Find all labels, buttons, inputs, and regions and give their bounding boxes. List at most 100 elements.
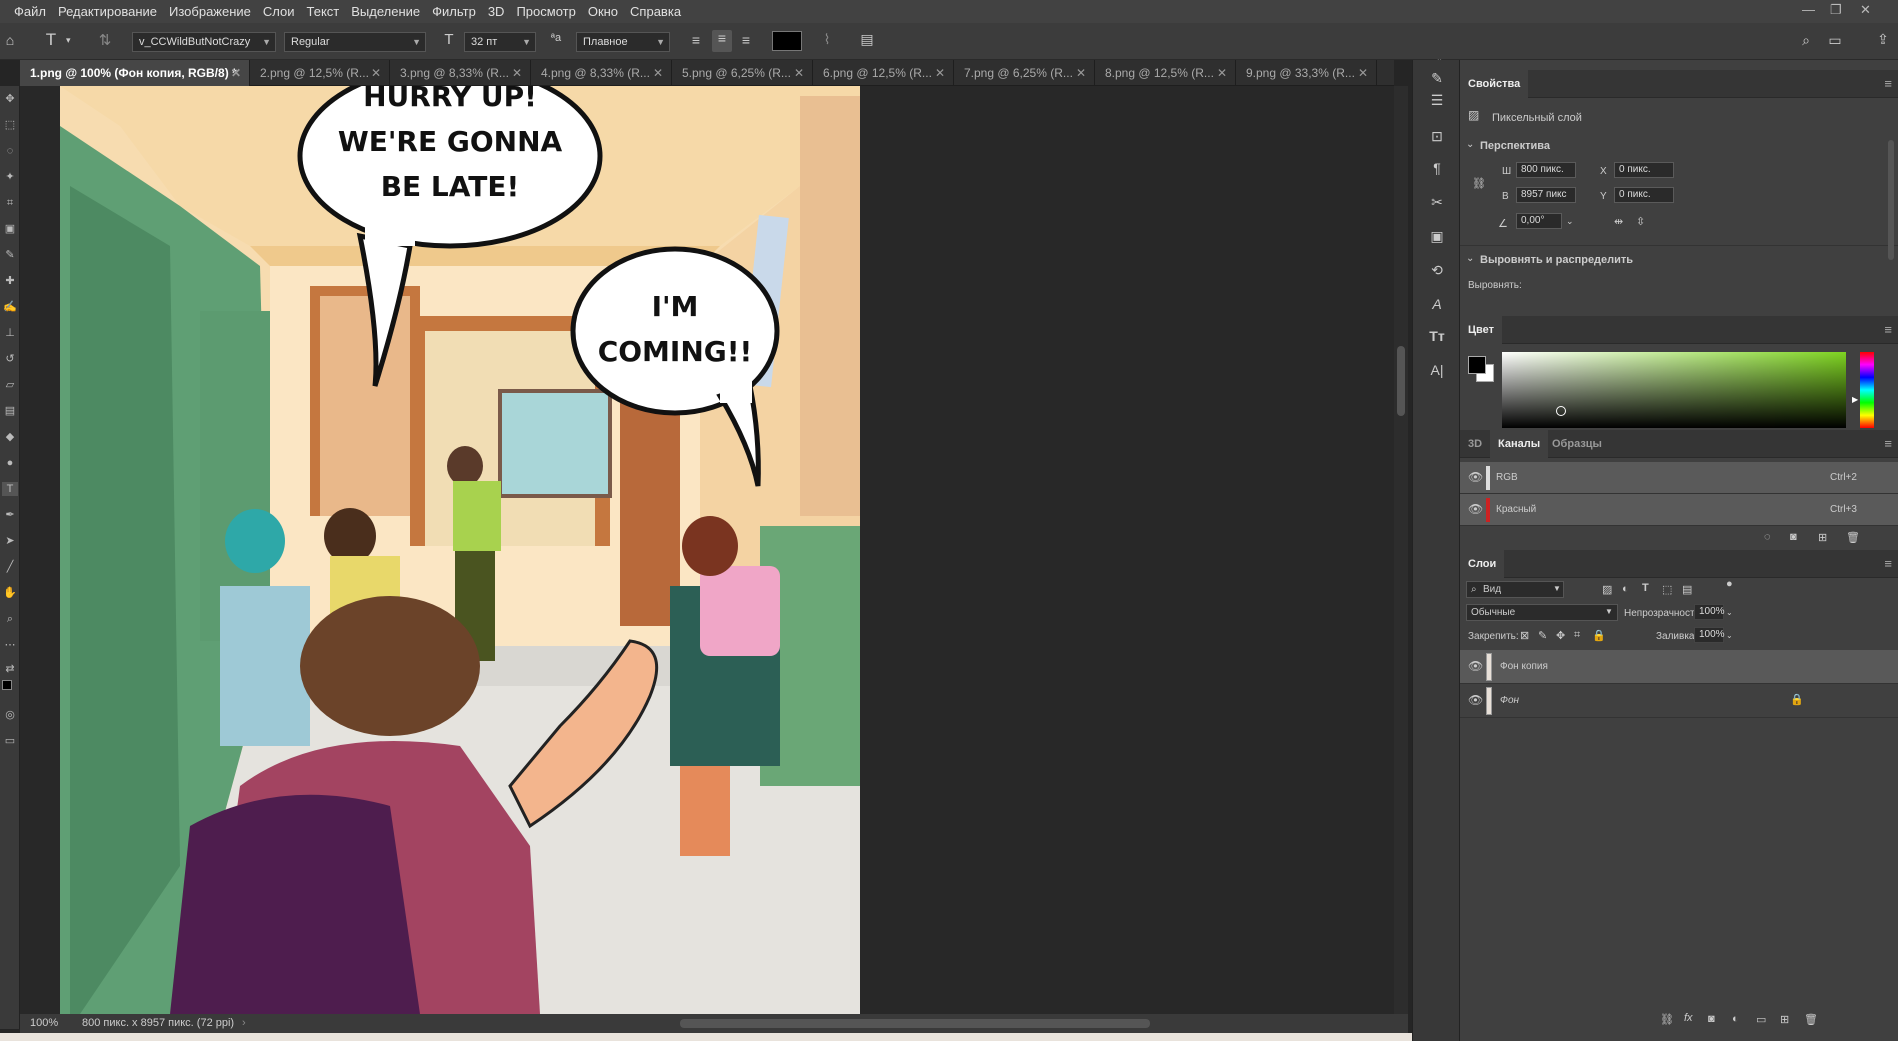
character-styles-icon[interactable]: Tт bbox=[1427, 328, 1447, 344]
tab-doc-5[interactable]: 5.png @ 6,25% (R... ✕ bbox=[672, 60, 813, 86]
close-icon[interactable]: ✕ bbox=[935, 60, 945, 86]
zoom-level[interactable]: 100% bbox=[30, 1014, 58, 1033]
horizontal-scroll-thumb[interactable] bbox=[680, 1019, 1150, 1028]
layer-name[interactable]: Фон bbox=[1500, 695, 1519, 706]
tools-icon[interactable]: ✂ bbox=[1427, 194, 1447, 211]
close-icon[interactable]: ✕ bbox=[231, 60, 241, 86]
filter-pixel-icon[interactable]: ▨ bbox=[1602, 583, 1612, 596]
align-right-icon[interactable]: ≡ bbox=[738, 32, 754, 48]
menu-file[interactable]: Файл bbox=[14, 4, 46, 19]
marquee-tool-icon[interactable]: ⬚ bbox=[2, 118, 18, 132]
menu-layers[interactable]: Слои bbox=[263, 4, 295, 19]
close-icon[interactable]: ✕ bbox=[512, 60, 522, 86]
panel-menu-icon[interactable]: ≡ bbox=[1884, 436, 1892, 451]
lasso-tool-icon[interactable]: ◌ bbox=[2, 144, 18, 158]
menu-edit[interactable]: Редактирование bbox=[58, 4, 157, 19]
new-group-icon[interactable]: ▭ bbox=[1756, 1013, 1766, 1026]
align-left-icon[interactable]: ≡ bbox=[688, 32, 704, 48]
color-field[interactable] bbox=[1502, 352, 1846, 428]
chevron-down-icon[interactable]: ▾ bbox=[66, 35, 71, 46]
home-icon[interactable]: ⌂ bbox=[2, 32, 18, 48]
menu-help[interactable]: Справка bbox=[630, 4, 681, 19]
filter-adjustment-icon[interactable]: ◐ bbox=[1622, 583, 1629, 595]
tab-doc-1[interactable]: 1.png @ 100% (Фон копия, RGB/8) * ✕ bbox=[20, 60, 250, 86]
new-layer-icon[interactable]: ⊞ bbox=[1780, 1013, 1789, 1026]
tab-doc-7[interactable]: 7.png @ 6,25% (R... ✕ bbox=[954, 60, 1095, 86]
layers-tab[interactable]: Слои bbox=[1460, 550, 1505, 578]
zoom-tool-icon[interactable]: ⌕ bbox=[2, 612, 18, 626]
eye-icon[interactable]: 👁 bbox=[1468, 659, 1483, 673]
tab-doc-9[interactable]: 9.png @ 33,3% (R... ✕ bbox=[1236, 60, 1377, 86]
history-icon[interactable]: ⟲ bbox=[1427, 262, 1447, 279]
glyphs-icon[interactable]: A bbox=[1427, 296, 1447, 312]
lock-all-icon[interactable]: 🔒 bbox=[1592, 629, 1606, 642]
close-icon[interactable]: ✕ bbox=[794, 60, 804, 86]
text-color-swatch[interactable] bbox=[772, 31, 802, 51]
link-icon[interactable]: ⛓ bbox=[1472, 177, 1486, 190]
blend-mode-select[interactable]: Обычные ▼ bbox=[1466, 604, 1618, 621]
workspace-icon[interactable]: ▭ bbox=[1826, 32, 1844, 49]
font-size-select[interactable]: 32 пт ▼ bbox=[464, 32, 536, 52]
save-selection-icon[interactable]: ◙ bbox=[1790, 531, 1797, 543]
tab-doc-8[interactable]: 8.png @ 12,5% (R... ✕ bbox=[1095, 60, 1236, 86]
font-style-select[interactable]: Regular ▼ bbox=[284, 32, 426, 52]
quick-mask-icon[interactable]: ◎ bbox=[2, 708, 18, 722]
chevron-down-icon[interactable]: ⌄ bbox=[1466, 253, 1474, 264]
channel-row-rgb[interactable]: 👁 RGB Ctrl+2 bbox=[1460, 462, 1898, 494]
vertical-scrollbar[interactable] bbox=[1394, 86, 1408, 1014]
layer-row-fon-kopiya[interactable]: 👁 Фон копия bbox=[1460, 650, 1898, 684]
menu-image[interactable]: Изображение bbox=[169, 4, 251, 19]
text-tool-icon[interactable]: T bbox=[42, 30, 60, 50]
properties-scrollbar[interactable] bbox=[1888, 140, 1894, 260]
chevron-right-icon[interactable]: › bbox=[242, 1014, 246, 1033]
screen-mode-icon[interactable]: ▭ bbox=[2, 734, 18, 748]
text-orientation-icon[interactable]: ⇅ bbox=[96, 31, 114, 49]
layer-filter-select[interactable]: ⌕ Вид ▼ bbox=[1466, 581, 1564, 598]
chevron-down-icon[interactable]: ⌄ bbox=[1566, 216, 1574, 227]
path-select-icon[interactable]: ➤ bbox=[2, 534, 18, 548]
fx-icon[interactable]: fx bbox=[1684, 1012, 1693, 1024]
layer-row-fon[interactable]: 👁 Фон 🔒 bbox=[1460, 684, 1898, 718]
healing-brush-icon[interactable]: ✚ bbox=[2, 274, 18, 288]
menu-select[interactable]: Выделение bbox=[351, 4, 420, 19]
more-tools-icon[interactable]: ⋯ bbox=[2, 638, 18, 652]
menu-text[interactable]: Текст bbox=[307, 4, 340, 19]
tab-channels[interactable]: Каналы bbox=[1490, 430, 1549, 458]
menu-view[interactable]: Просмотр bbox=[516, 4, 575, 19]
antialias-select[interactable]: Плавное ▼ bbox=[576, 32, 670, 52]
character-panel-icon[interactable]: ▤ bbox=[858, 31, 876, 48]
clone-source-icon[interactable]: ⊡ bbox=[1427, 128, 1447, 145]
eyedropper-icon[interactable]: ✎ bbox=[2, 248, 18, 262]
adjustment-layer-icon[interactable]: ◐ bbox=[1732, 1013, 1739, 1025]
move-tool-icon[interactable]: ✥ bbox=[2, 92, 18, 106]
tab-swatches[interactable]: Образцы bbox=[1544, 430, 1610, 458]
chevron-down-icon[interactable]: ⌄ bbox=[1726, 631, 1733, 640]
filter-shape-icon[interactable]: ⬚ bbox=[1662, 583, 1672, 596]
search-icon[interactable]: ⌕ bbox=[1797, 32, 1815, 49]
hue-slider[interactable] bbox=[1860, 352, 1874, 428]
angle-field[interactable]: 0,00° bbox=[1516, 213, 1562, 229]
foreground-swatch[interactable] bbox=[1468, 356, 1486, 374]
brush-tool-icon[interactable]: ✍ bbox=[2, 300, 18, 314]
shape-tool-icon[interactable]: ╱ bbox=[2, 560, 18, 574]
pen-tool-icon[interactable]: ✒ bbox=[2, 508, 18, 522]
properties-tab[interactable]: Свойства bbox=[1460, 70, 1529, 98]
load-selection-icon[interactable]: ◌ bbox=[1764, 531, 1771, 543]
menu-window[interactable]: Окно bbox=[588, 4, 618, 19]
restore-icon[interactable]: ❐ bbox=[1830, 2, 1842, 18]
magic-wand-icon[interactable]: ✦ bbox=[2, 170, 18, 184]
filter-type-icon[interactable]: T bbox=[1642, 582, 1649, 594]
lock-pixels-icon[interactable]: ✎ bbox=[1538, 629, 1547, 642]
font-family-select[interactable]: v_CCWildButNotCrazy ▼ bbox=[132, 32, 276, 52]
tab-doc-2[interactable]: 2.png @ 12,5% (R... ✕ bbox=[250, 60, 390, 86]
tab-3d[interactable]: 3D bbox=[1460, 430, 1490, 458]
warp-text-icon[interactable]: ⌇ bbox=[818, 31, 836, 48]
flip-vertical-icon[interactable]: ⇳ bbox=[1636, 215, 1645, 228]
layer-name[interactable]: Фон копия bbox=[1500, 661, 1548, 672]
fill-field[interactable]: 100% bbox=[1694, 627, 1725, 643]
height-field[interactable]: 8957 пикс bbox=[1516, 187, 1576, 203]
lock-artboard-icon[interactable]: ⌗ bbox=[1574, 629, 1580, 642]
delete-icon[interactable]: 🗑 bbox=[1846, 531, 1860, 544]
document-canvas[interactable]: HURRY UP! WE'RE GONNA BE LATE! I'M COMIN… bbox=[60, 86, 860, 1014]
chevron-down-icon[interactable]: ⌄ bbox=[1726, 608, 1733, 617]
